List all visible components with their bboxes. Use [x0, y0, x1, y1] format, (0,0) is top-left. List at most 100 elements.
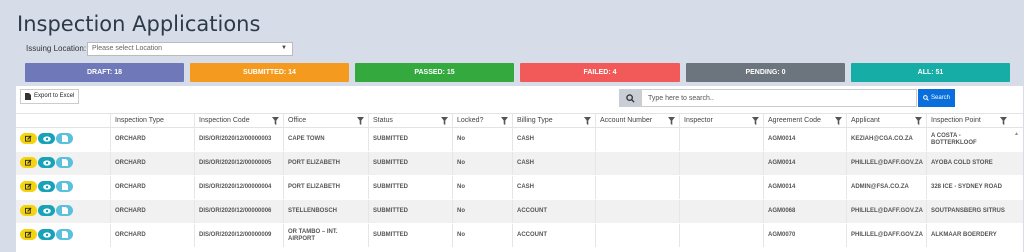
cell-inspection-type: ORCHARD: [110, 152, 194, 175]
cell-locked: No: [452, 152, 512, 175]
cell-inspection-point: 328 ICE - SYDNEY ROAD: [926, 176, 1011, 199]
table-row[interactable]: ORCHARD DIS/OR/2020/12/00000009 OR TAMBO –…: [16, 224, 1023, 247]
eye-icon: [42, 207, 51, 214]
table-row[interactable]: ORCHARD DIS/OR/2020/12/00000006 STELLENBOS…: [16, 200, 1023, 223]
document-button[interactable]: [56, 205, 73, 216]
column-header-inspection-point[interactable]: Inspection Point: [926, 114, 1011, 128]
cell-applicant: PHILILEL@DAFF.GOV.ZA: [846, 224, 926, 247]
edit-button[interactable]: [20, 133, 37, 144]
card-draft[interactable]: DRAFT: 18: [25, 63, 184, 82]
cell-inspection-point: A COSTA - BOTTERKLOOF: [926, 128, 1011, 151]
edit-button[interactable]: [20, 157, 37, 168]
cell-inspector: [679, 200, 763, 223]
filter-icon[interactable]: [272, 117, 279, 125]
cell-inspection-type: ORCHARD: [110, 176, 194, 199]
filter-icon[interactable]: [357, 117, 364, 125]
table-row[interactable]: ORCHARD DIS/OR/2020/12/00000004 PORT ELIZA…: [16, 176, 1023, 199]
document-icon: [61, 159, 68, 166]
column-header-label: Office: [288, 117, 307, 124]
edit-button[interactable]: [20, 229, 37, 240]
search-button[interactable]: Search: [918, 89, 955, 107]
search-button-label: Search: [930, 95, 950, 101]
column-header-inspection-type[interactable]: Inspection Type: [110, 114, 194, 128]
edit-button[interactable]: [20, 205, 37, 216]
edit-icon: [25, 159, 32, 166]
card-submitted[interactable]: SUBMITTED: 14: [190, 63, 349, 82]
cell-billing-type: ACCOUNT: [512, 224, 595, 247]
document-button[interactable]: [56, 181, 73, 192]
column-header-label: Agreement Code: [768, 117, 821, 124]
filter-icon[interactable]: [584, 117, 591, 125]
cell-account-number: [595, 224, 679, 247]
column-header-inspector[interactable]: Inspector: [679, 114, 763, 128]
export-excel-button[interactable]: Export to Excel: [20, 89, 80, 104]
cell-status: SUBMITTED: [368, 224, 452, 247]
table-row[interactable]: ORCHARD DIS/OR/2020/12/00000005 PORT ELIZA…: [16, 152, 1023, 175]
cell-account-number: [595, 200, 679, 223]
filter-icon[interactable]: [501, 117, 508, 125]
edit-icon: [25, 207, 32, 214]
column-header-agreement-code[interactable]: Agreement Code: [763, 114, 846, 128]
cell-office: PORT ELIZABETH: [283, 152, 368, 175]
document-button[interactable]: [56, 229, 73, 240]
eye-icon: [42, 231, 51, 238]
cell-inspection-code: DIS/OR/2020/12/00000004: [194, 176, 283, 199]
applications-panel: Export to Excel Type here to search.. Se…: [16, 86, 1023, 252]
filter-icon[interactable]: [441, 117, 448, 125]
card-failed[interactable]: FAILED: 4: [520, 63, 680, 82]
table-row[interactable]: ORCHARD DIS/OR/2020/12/00000003 CAPE TOWN S…: [16, 128, 1023, 151]
cell-office: CAPE TOWN: [283, 128, 368, 151]
column-header-locked[interactable]: Locked?: [452, 114, 512, 128]
eye-icon: [42, 135, 51, 142]
column-header-account-number[interactable]: Account Number: [595, 114, 679, 128]
column-header-applicant[interactable]: Applicant: [846, 114, 926, 128]
cell-inspector: [679, 152, 763, 175]
edit-button[interactable]: [20, 181, 37, 192]
card-passed[interactable]: PASSED: 15: [355, 63, 514, 82]
cell-inspector: [679, 128, 763, 151]
column-header-label: Inspection Code: [199, 117, 250, 124]
filter-icon[interactable]: [835, 117, 842, 125]
card-pending[interactable]: PENDING: 0: [686, 63, 845, 82]
document-icon: [61, 135, 68, 142]
cell-status: SUBMITTED: [368, 152, 452, 175]
chevron-down-icon: ▼: [281, 45, 287, 51]
view-button[interactable]: [38, 157, 55, 168]
cell-office: STELLENBOSCH: [283, 200, 368, 223]
view-button[interactable]: [38, 205, 55, 216]
issuing-location-select[interactable]: Please select Location ▼: [87, 42, 293, 56]
column-header-office[interactable]: Office: [283, 114, 368, 128]
summary-cards: DRAFT: 18 SUBMITTED: 14 PASSED: 15 FAILE…: [25, 63, 1010, 82]
document-button[interactable]: [56, 157, 73, 168]
cell-agreement-code: AGM0070: [763, 224, 846, 247]
document-icon: [61, 183, 68, 190]
cell-inspection-code: DIS/OR/2020/12/00000006: [194, 200, 283, 223]
column-header-label: Inspection Type: [115, 117, 164, 124]
filter-icon[interactable]: [668, 117, 675, 125]
search-button-icon: [923, 95, 929, 101]
document-button[interactable]: [56, 133, 73, 144]
column-header-status[interactable]: Status: [368, 114, 452, 128]
cell-applicant: ADMIN@FSA.CO.ZA: [846, 176, 926, 199]
page-title: Inspection Applications: [17, 12, 261, 36]
view-button[interactable]: [38, 181, 55, 192]
cell-inspection-code: DIS/OR/2020/12/00000005: [194, 152, 283, 175]
column-header-inspection-code[interactable]: Inspection Code: [194, 114, 283, 128]
filter-icon[interactable]: [752, 117, 759, 125]
card-all[interactable]: ALL: 51: [851, 63, 1010, 82]
cell-inspector: [679, 176, 763, 199]
search-input[interactable]: Type here to search..: [641, 89, 917, 107]
view-button[interactable]: [38, 133, 55, 144]
cell-account-number: [595, 128, 679, 151]
eye-icon: [42, 159, 51, 166]
filter-icon[interactable]: [1000, 117, 1007, 125]
filter-icon[interactable]: [915, 117, 922, 125]
cell-applicant: PHILILEL@DAFF.GOV.ZA: [846, 200, 926, 223]
column-header-billing-type[interactable]: Billing Type: [512, 114, 595, 128]
scroll-up-icon[interactable]: ▲: [1014, 131, 1019, 137]
document-icon: [61, 231, 68, 238]
cell-billing-type: CASH: [512, 128, 595, 151]
column-header-label: Account Number: [600, 117, 653, 124]
cell-locked: No: [452, 128, 512, 151]
view-button[interactable]: [38, 229, 55, 240]
